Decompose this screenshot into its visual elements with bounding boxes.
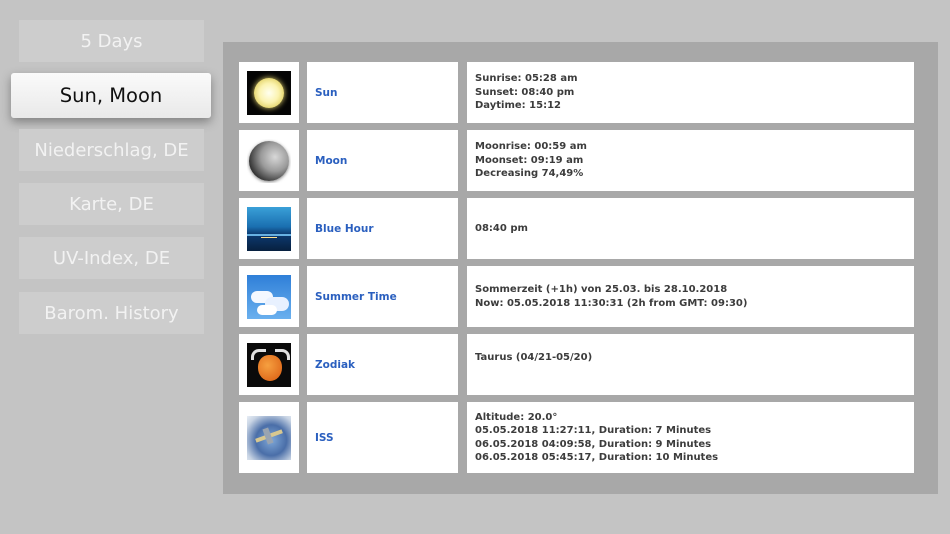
menu-item-karte[interactable]: Karte, DE [19,183,204,225]
thumbnail-cell [239,62,299,123]
menu-item-label: 5 Days [80,30,143,52]
info-cell: Sommerzeit (+1h) von 25.03. bis 28.10.20… [467,266,914,327]
row-name[interactable]: Moon [307,155,347,167]
info-cell: Sunrise: 05:28 am Sunset: 08:40 pm Dayti… [467,62,914,123]
taurus-bull-icon [247,342,291,387]
thumbnail-cell [239,130,299,191]
menu-item-5-days[interactable]: 5 Days [19,20,204,62]
row-name[interactable]: Zodiak [307,359,355,371]
info-line: 06.05.2018 05:45:17, Duration: 10 Minute… [475,452,719,463]
info-line: Decreasing 74,49% [475,168,584,180]
menu-item-label: Karte, DE [69,193,154,215]
table-row[interactable]: Zodiak Taurus (04/21-05/20) [239,334,915,395]
blue-hour-icon [247,206,291,251]
sun-moon-panel: Sun Sunrise: 05:28 am Sunset: 08:40 pm D… [223,42,938,494]
menu-item-niederschlag[interactable]: Niederschlag, DE [19,129,204,171]
table-row[interactable]: Sun Sunrise: 05:28 am Sunset: 08:40 pm D… [239,62,915,123]
info-cell: Taurus (04/21-05/20) [467,334,914,395]
info-line: Altitude: 20.0° [475,411,558,423]
info-line: Daytime: 15:12 [475,100,561,112]
info-line: 06.05.2018 04:09:58, Duration: 9 Minutes [475,438,712,450]
info-cell: Altitude: 20.0° 05.05.2018 11:27:11, Dur… [467,402,914,473]
name-cell: Zodiak [307,334,458,395]
menu-item-label: Niederschlag, DE [34,139,189,161]
info-line: Sommerzeit (+1h) von 25.03. bis 28.10.20… [475,284,728,295]
menu-item-label: Barom. History [44,302,179,324]
info-line: Taurus (04/21-05/20) [475,352,593,363]
row-name[interactable]: Summer Time [307,291,397,303]
menu-item-barom-history[interactable]: Barom. History [19,292,204,334]
info-cell: 08:40 pm [467,198,914,259]
thumbnail-cell [239,198,299,259]
iss-station-icon [247,415,291,460]
table-row[interactable]: Summer Time Sommerzeit (+1h) von 25.03. … [239,266,915,327]
name-cell: Summer Time [307,266,458,327]
info-line: Moonrise: 00:59 am [475,141,587,153]
thumbnail-cell [239,402,299,473]
info-line: Moonset: 09:19 am [475,154,584,166]
name-cell: Blue Hour [307,198,458,259]
thumbnail-cell [239,334,299,395]
thumbnail-cell [239,266,299,327]
menu-item-uv-index[interactable]: UV-Index, DE [19,237,204,279]
table-row[interactable]: ISS Altitude: 20.0° 05.05.2018 11:27:11,… [239,402,915,473]
info-line: 08:40 pm [475,222,528,234]
menu-item-label: Sun, Moon [59,84,163,107]
info-line: Now: 05.05.2018 11:30:31 (2h from GMT: 0… [475,297,748,309]
info-line: Sunset: 08:40 pm [475,86,575,98]
info-line: Sunrise: 05:28 am [475,73,578,85]
table-row[interactable]: Moon Moonrise: 00:59 am Moonset: 09:19 a… [239,130,915,191]
menu-item-label: UV-Index, DE [52,247,171,269]
name-cell: ISS [307,402,458,473]
sun-icon [247,70,291,115]
info-line: 05.05.2018 11:27:11, Duration: 7 Minutes [475,425,712,436]
table-row[interactable]: Blue Hour 08:40 pm [239,198,915,259]
row-name[interactable]: Blue Hour [307,223,374,235]
name-cell: Sun [307,62,458,123]
menu-item-sun-moon[interactable]: Sun, Moon [11,73,211,118]
row-name[interactable]: ISS [307,432,334,444]
sky-clouds-icon [247,274,291,319]
name-cell: Moon [307,130,458,191]
row-name[interactable]: Sun [307,87,338,99]
moon-icon [247,138,291,183]
info-cell: Moonrise: 00:59 am Moonset: 09:19 am Dec… [467,130,914,191]
